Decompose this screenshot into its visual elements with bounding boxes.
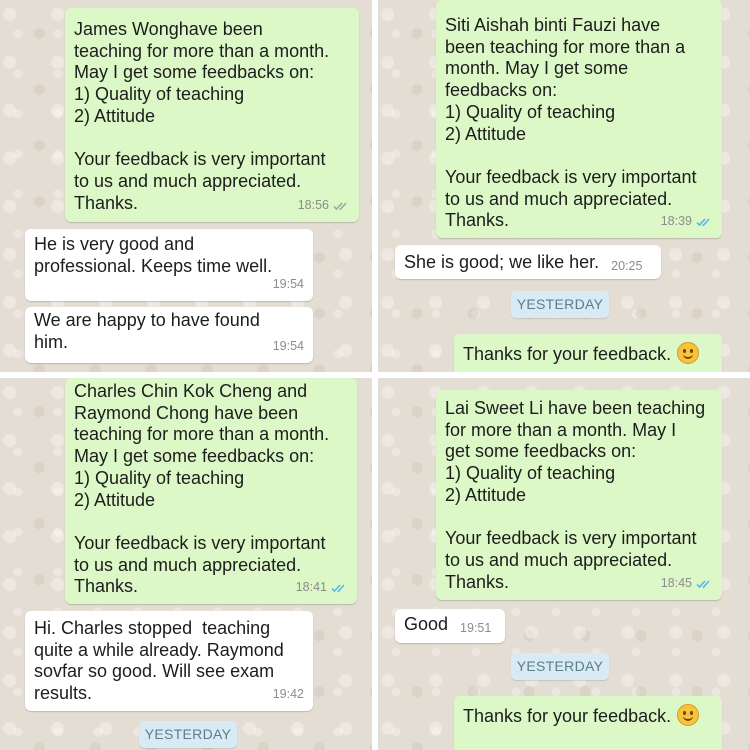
- outgoing-message[interactable]: Lai Sweet Li have been teaching for more…: [436, 390, 722, 600]
- incoming-message[interactable]: Hi. Charles stopped teaching quite a whi…: [25, 611, 313, 711]
- message-text: Hi. Charles stopped teaching quite a whi…: [34, 618, 284, 704]
- date-divider: YESTERDAY: [511, 653, 609, 680]
- message-text: James Wonghave been teaching for more th…: [74, 19, 330, 213]
- message-time: 18:56: [297, 198, 329, 213]
- message-text: Thanks for your feedback.: [463, 344, 672, 364]
- message-time: 19:51: [460, 621, 492, 635]
- message-text: He is very good and professional. Keeps …: [34, 234, 273, 276]
- incoming-message[interactable]: He is very good and professional. Keeps …: [25, 229, 313, 301]
- outgoing-message[interactable]: James Wonghave been teaching for more th…: [65, 8, 359, 222]
- message-text: She is good; we like her.: [404, 252, 600, 272]
- outgoing-message[interactable]: Thanks for your feedback.: [454, 696, 722, 750]
- read-ticks-icon: [696, 579, 713, 589]
- message-meta: 18:41: [296, 577, 348, 599]
- delivered-ticks-icon: [333, 201, 350, 211]
- message-meta: 18:45: [661, 573, 713, 595]
- chat-panel-1: James Wonghave been teaching for more th…: [0, 0, 372, 372]
- message-text: Siti Aishah binti Fauzi have been teachi…: [445, 15, 697, 231]
- incoming-message[interactable]: We are happy to have found him. 19:54: [25, 307, 313, 363]
- date-divider: YESTERDAY: [139, 721, 237, 748]
- outgoing-message[interactable]: Siti Aishah binti Fauzi have been teachi…: [436, 0, 722, 238]
- message-time: 19:54: [272, 339, 304, 354]
- message-text: Lai Sweet Li have been teaching for more…: [445, 398, 706, 592]
- chat-panel-3: Charles Chin Kok Cheng and Raymond Chong…: [0, 378, 372, 750]
- chat-panel-4: Lai Sweet Li have been teaching for more…: [378, 378, 750, 750]
- read-ticks-icon: [696, 217, 713, 227]
- message-time: 19:42: [272, 687, 304, 702]
- smiling-face-icon: [677, 704, 700, 726]
- outgoing-message[interactable]: Charles Chin Kok Cheng and Raymond Chong…: [65, 378, 357, 604]
- date-divider: YESTERDAY: [511, 291, 609, 318]
- message-meta: 18:56: [298, 195, 350, 217]
- message-text: Good: [404, 614, 449, 634]
- message-time: 19:54: [272, 277, 304, 292]
- incoming-message[interactable]: She is good; we like her. 20:25: [395, 245, 661, 279]
- read-ticks-icon: [331, 583, 348, 593]
- message-text: We are happy to have found him.: [34, 310, 260, 352]
- incoming-message[interactable]: Good 19:51: [395, 609, 505, 643]
- outgoing-message[interactable]: Thanks for your feedback.: [454, 334, 722, 372]
- message-time: 18:39: [660, 214, 692, 229]
- message-text: Charles Chin Kok Cheng and Raymond Chong…: [74, 381, 330, 597]
- message-text: Thanks for your feedback.: [463, 706, 672, 726]
- message-time: 18:45: [660, 576, 692, 591]
- chat-panel-2: Siti Aishah binti Fauzi have been teachi…: [378, 0, 750, 372]
- message-meta: 18:39: [661, 211, 713, 233]
- message-time: 20:25: [611, 259, 643, 273]
- message-time: 18:41: [295, 580, 327, 595]
- smiling-face-icon: [677, 342, 700, 364]
